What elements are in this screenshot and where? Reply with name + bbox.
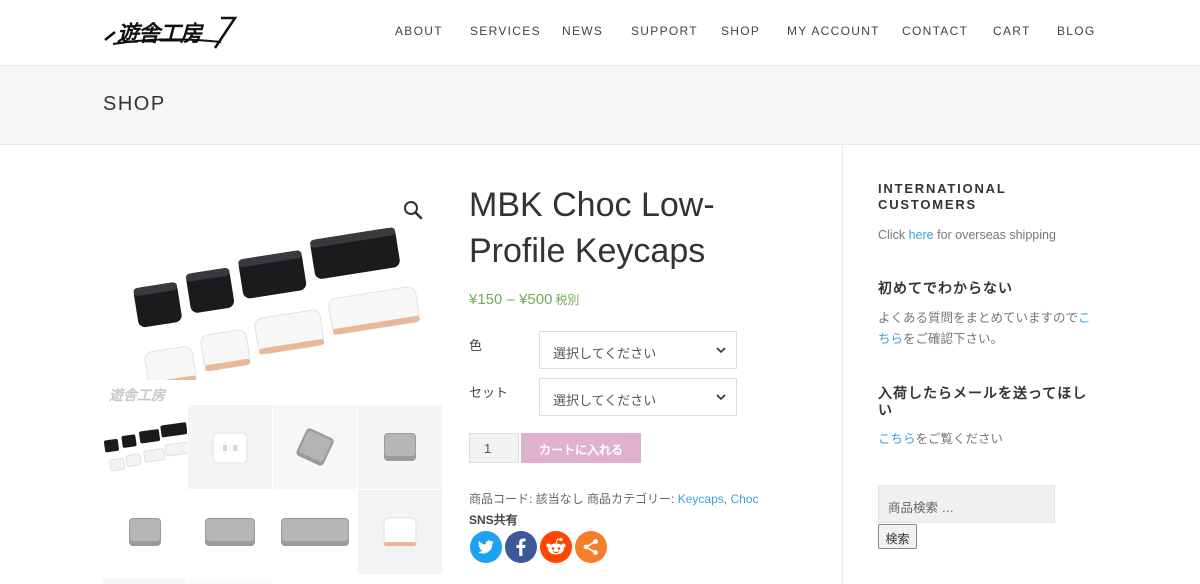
- product-title: MBK Choc Low-Profile Keycaps: [469, 186, 715, 270]
- category-link-choc[interactable]: Choc: [730, 492, 758, 506]
- share-label: SNS共有: [469, 513, 518, 527]
- category-link-keycaps[interactable]: Keycaps: [678, 492, 724, 506]
- restock-link[interactable]: こちら: [878, 432, 916, 446]
- restock-text-after: をご覧ください: [915, 432, 1004, 446]
- widget-title-first-time: 初めてでわからない: [878, 280, 1013, 296]
- widget-title-restock: 入荷したらメールを送ってほしい: [878, 385, 1088, 418]
- thumbnail-9[interactable]: [103, 575, 187, 584]
- add-to-cart-button[interactable]: カートに入れる: [521, 433, 641, 463]
- main-nav: ABOUT SERVICES NEWS SUPPORT SHOP MY ACCO…: [0, 24, 1200, 40]
- category-separator: ,: [723, 492, 728, 506]
- share-icon[interactable]: [575, 531, 607, 563]
- sku-value: 該当なし: [535, 492, 584, 506]
- nav-item-support[interactable]: SUPPORT: [631, 24, 698, 38]
- thumbnail-7[interactable]: [273, 490, 357, 574]
- widget-text-restock: こちらをご覧ください: [878, 429, 1098, 450]
- overseas-shipping-link[interactable]: here: [909, 228, 934, 242]
- search-button[interactable]: 検索: [878, 524, 917, 549]
- twitter-icon[interactable]: [470, 531, 502, 563]
- facebook-icon[interactable]: [505, 531, 537, 563]
- thumbnail-2[interactable]: [188, 405, 272, 489]
- variation-label-color: 色: [469, 338, 483, 353]
- color-select-value: 選択してください: [553, 346, 657, 361]
- svg-text:遊舎工房: 遊舎工房: [109, 387, 167, 404]
- widget-text-international: Click here for overseas shipping: [878, 225, 1098, 246]
- nav-item-contact[interactable]: CONTACT: [902, 24, 968, 38]
- reddit-icon[interactable]: [540, 531, 572, 563]
- thumbnail-6[interactable]: [188, 490, 272, 574]
- nav-item-my-account[interactable]: MY ACCOUNT: [787, 24, 880, 38]
- nav-item-services[interactable]: SERVICES: [470, 24, 541, 38]
- nav-item-news[interactable]: NEWS: [562, 24, 603, 38]
- thumbnail-4[interactable]: [358, 405, 442, 489]
- site-header: 遊舎工房 ABOUT SERVICES NEWS SUPPORT SHOP MY…: [0, 0, 1200, 66]
- faq-text-before: よくある質問をまとめていますので: [878, 311, 1079, 325]
- color-select[interactable]: 選択してください: [539, 331, 737, 369]
- set-select-value: 選択してください: [553, 393, 657, 408]
- thumbnail-5[interactable]: [103, 490, 187, 574]
- thumbnail-1[interactable]: [103, 405, 187, 489]
- nav-item-about[interactable]: ABOUT: [395, 24, 443, 38]
- page-title-bar: SHOP: [0, 66, 1200, 145]
- international-text-before: Click: [878, 228, 906, 242]
- set-select[interactable]: 選択してください: [539, 378, 737, 416]
- sidebar-divider: [842, 146, 843, 584]
- nav-item-cart[interactable]: CART: [993, 24, 1031, 38]
- zoom-icon[interactable]: [400, 197, 426, 223]
- page-title: SHOP: [103, 93, 166, 115]
- price-tax-note: 税別: [555, 293, 580, 307]
- widget-title-international: INTERNATIONAL CUSTOMERS: [878, 181, 1007, 212]
- international-text-after: for overseas shipping: [937, 228, 1056, 242]
- nav-item-blog[interactable]: BLOG: [1057, 24, 1096, 38]
- product-thumbnails: 遊舎工房: [103, 380, 443, 584]
- faq-text-after: をご確認下さい。: [903, 332, 1004, 346]
- product-price: ¥150 – ¥500 税別: [469, 291, 579, 308]
- variation-label-set: セット: [469, 385, 509, 400]
- price-range: ¥150 – ¥500: [469, 291, 553, 308]
- widget-text-first-time: よくある質問をまとめていますのでこちらをご確認下さい。: [878, 308, 1098, 350]
- thumbnail-3[interactable]: [273, 405, 357, 489]
- thumbnail-8[interactable]: [358, 490, 442, 574]
- thumbnail-10[interactable]: [188, 575, 272, 584]
- chevron-down-icon: [716, 347, 726, 354]
- chevron-down-icon: [716, 394, 726, 401]
- product-search-input[interactable]: 商品検索 …: [878, 485, 1055, 523]
- nav-item-shop[interactable]: SHOP: [721, 24, 760, 38]
- category-label: 商品カテゴリー:: [587, 492, 675, 506]
- product-main-image[interactable]: [103, 186, 441, 389]
- quantity-input[interactable]: 1: [469, 433, 519, 463]
- product-meta: 商品コード: 該当なし 商品カテゴリー: Keycaps, Choc: [469, 490, 758, 507]
- sku-label: 商品コード:: [469, 492, 533, 506]
